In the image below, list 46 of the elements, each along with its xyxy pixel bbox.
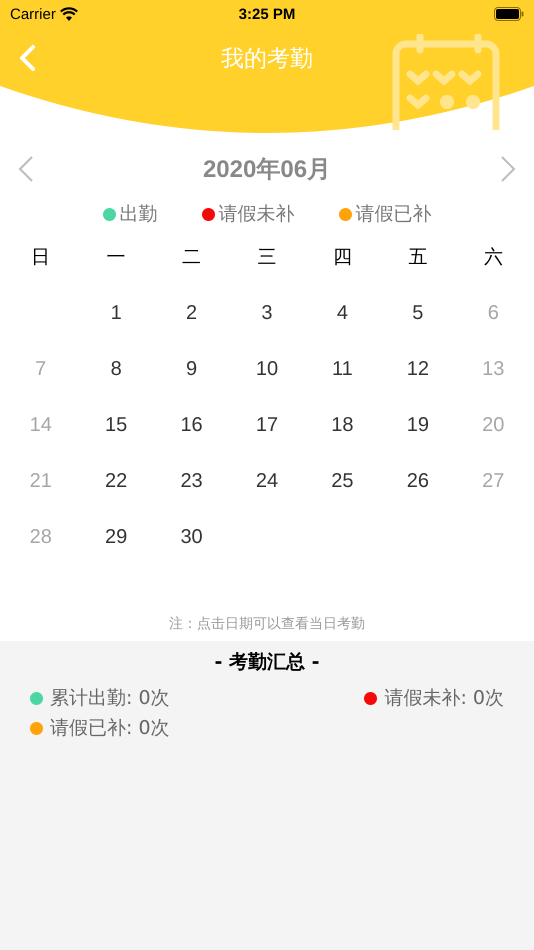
summary-title: - 考勤汇总 -	[214, 650, 320, 675]
hint-note: 注：点击日期可以查看当日考勤	[169, 616, 365, 632]
weekday-label: 三	[257, 245, 276, 270]
weekday-label: 四	[332, 245, 352, 270]
calendar-day[interactable]: 2	[186, 302, 198, 324]
page-title: 我的考勤	[221, 44, 313, 74]
weekday-label: 五	[408, 245, 428, 270]
summary-count: 请假未补: 0次	[384, 686, 504, 711]
summary-count: 累计出勤: 0次	[50, 686, 170, 711]
legend-label: 请假未补	[218, 202, 294, 227]
previous-month-icon[interactable]	[18, 155, 34, 183]
calendar-day[interactable]: 18	[331, 414, 354, 436]
calendar-icon	[390, 34, 502, 130]
legend-label: 请假已补	[356, 202, 432, 227]
calendar-day[interactable]: 5	[412, 302, 424, 324]
calendar-day[interactable]: 4	[336, 302, 348, 324]
wifi-icon	[60, 7, 78, 21]
calendar-day[interactable]: 29	[105, 526, 128, 548]
carrier-label: Carrier	[10, 6, 56, 22]
weekday-label: 一	[106, 245, 126, 270]
calendar-day[interactable]: 19	[406, 414, 429, 436]
calendar-day[interactable]: 23	[180, 470, 203, 492]
calendar-day[interactable]: 15	[105, 414, 128, 436]
summary-count: 请假已补: 0次	[50, 716, 170, 741]
calendar-day[interactable]: 8	[110, 358, 122, 380]
calendar-day[interactable]: 3	[261, 302, 273, 324]
status-time: 3:25 PM	[238, 6, 296, 22]
calendar-day[interactable]: 26	[406, 470, 429, 492]
calendar-day[interactable]: 24	[256, 470, 278, 492]
calendar-day[interactable]: 22	[105, 470, 128, 492]
calendar-day[interactable]: 1	[110, 302, 122, 324]
weekday-label: 六	[484, 245, 503, 270]
calendar-day[interactable]: 11	[332, 358, 353, 380]
calendar-day[interactable]: 10	[256, 358, 278, 380]
legend-label: 出勤	[120, 202, 158, 227]
calendar-day[interactable]: 30	[180, 526, 203, 548]
calendar-day[interactable]: 16	[180, 414, 203, 436]
month-label: 2020年06月	[202, 155, 332, 185]
calendar-day[interactable]: 25	[331, 470, 354, 492]
next-month-icon[interactable]	[500, 155, 516, 183]
calendar-day[interactable]: 9	[186, 358, 198, 380]
calendar-day[interactable]: 17	[256, 414, 278, 436]
weekday-label: 日	[31, 245, 50, 270]
calendar-day[interactable]: 12	[406, 358, 429, 380]
weekday-label: 二	[182, 245, 202, 270]
battery-icon	[494, 7, 524, 21]
